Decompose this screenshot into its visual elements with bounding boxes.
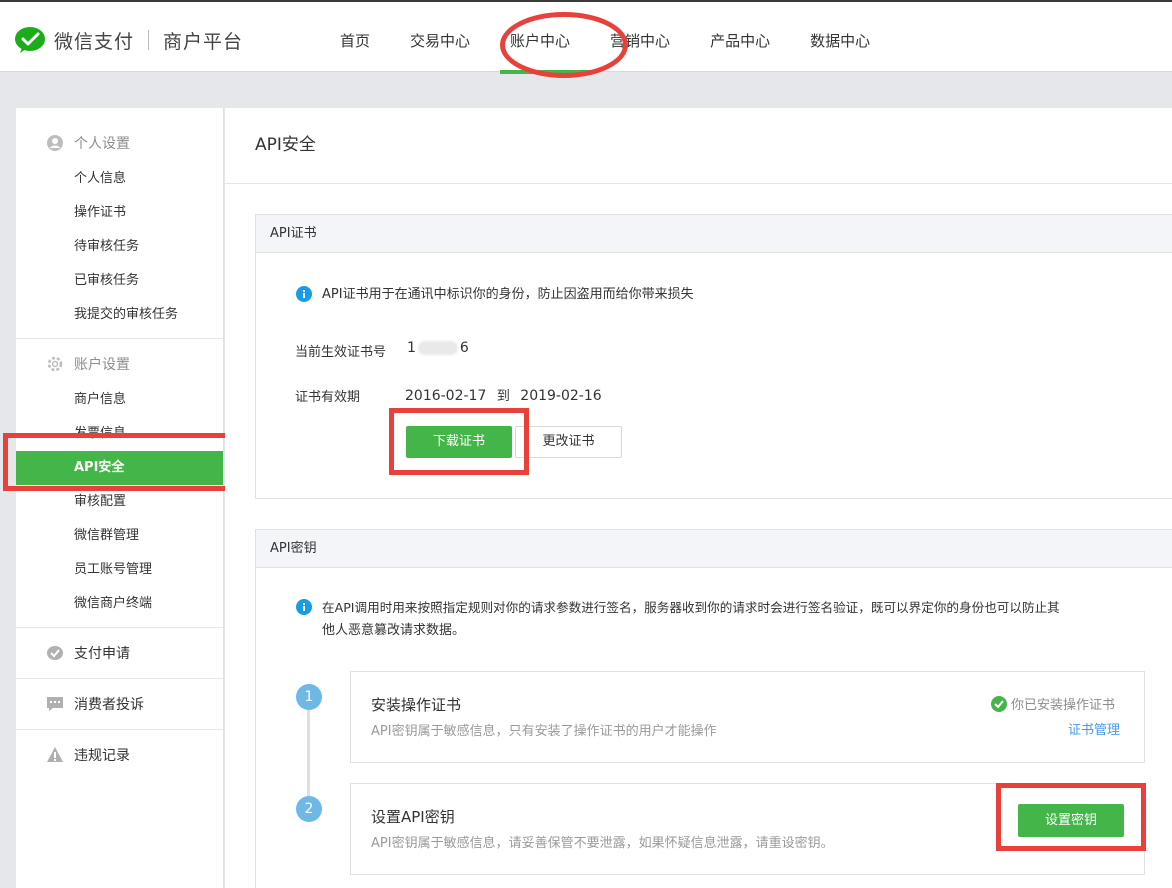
cert-validity-value: 2016-02-17 到 2019-02-16: [405, 385, 602, 404]
nav-home[interactable]: 首页: [320, 2, 390, 74]
user-icon: [47, 135, 63, 151]
sidebar: 个人设置 个人信息 操作证书 待审核任务 已审核任务 我提交的审核任务 账户设置…: [16, 108, 224, 888]
api-cert-header: API证书: [256, 215, 1172, 253]
change-cert-button[interactable]: 更改证书: [515, 426, 622, 458]
step-2-title: 设置API密钥: [371, 808, 455, 826]
sidebar-item-merchant-info[interactable]: 商户信息: [16, 383, 223, 417]
api-cert-info: API证书用于在通讯中标识你的身份，防止因盗用而给你带来损失: [296, 283, 694, 306]
page-title: API安全: [225, 108, 1172, 184]
cert-number-value: 16: [407, 340, 469, 356]
sidebar-divider: [16, 678, 223, 679]
redacted-mask: [417, 341, 458, 355]
warning-icon: [47, 747, 63, 762]
sidebar-section-violations[interactable]: 违规记录: [16, 736, 223, 774]
api-key-info-line1: 在API调用时用来按照指定规则对你的请求参数进行签名，服务器收到你的请求时会进行…: [322, 600, 1060, 615]
cert-valid-from: 2016-02-17: [405, 388, 487, 404]
sidebar-item-personal-info[interactable]: 个人信息: [16, 162, 223, 196]
chat-icon: [47, 697, 63, 711]
cert-number-suffix: 6: [459, 340, 469, 356]
step-1-badge: 1: [296, 684, 322, 710]
api-key-info-text: 在API调用时用来按照指定规则对你的请求参数进行签名，服务器收到你的请求时会进行…: [322, 596, 1060, 642]
sidebar-item-pending-tasks[interactable]: 待审核任务: [16, 230, 223, 264]
sidebar-item-reviewed-tasks[interactable]: 已审核任务: [16, 264, 223, 298]
annotation-box-download-cert: [389, 408, 529, 475]
cert-management-link[interactable]: 证书管理: [1068, 719, 1120, 738]
sidebar-section-label: 消费者投诉: [74, 697, 144, 713]
sidebar-item-operation-cert[interactable]: 操作证书: [16, 196, 223, 230]
info-icon: [296, 286, 312, 302]
cert-validity-label: 证书有效期: [295, 390, 361, 405]
step-2-badge: 2: [296, 796, 322, 822]
nav-product-center[interactable]: 产品中心: [690, 2, 790, 74]
platform-name: 商户平台: [163, 30, 244, 53]
sidebar-section-complaints[interactable]: 消费者投诉: [16, 685, 223, 723]
sidebar-divider: [16, 627, 223, 628]
api-cert-info-text: API证书用于在通讯中标识你的身份，防止因盗用而给你带来损失: [322, 287, 694, 302]
sidebar-section-label: 账户设置: [74, 357, 130, 373]
cert-valid-to: 2019-02-16: [520, 388, 602, 404]
nav-trade-center[interactable]: 交易中心: [390, 2, 490, 74]
main-content: API安全 API证书 API证书用于在通讯中标识你的身份，防止因盗用而给你带来…: [225, 108, 1172, 888]
wechat-pay-logo-icon: [15, 27, 45, 53]
sidebar-item-submitted-tasks[interactable]: 我提交的审核任务: [16, 298, 223, 332]
api-key-info: 在API调用时用来按照指定规则对你的请求参数进行签名，服务器收到你的请求时会进行…: [296, 596, 1156, 642]
api-key-header: API密钥: [256, 530, 1172, 568]
check-badge-icon: [47, 646, 63, 660]
cert-number-label: 当前生效证书号: [295, 345, 387, 360]
success-check-icon: [991, 695, 1007, 712]
sidebar-divider: [16, 729, 223, 730]
sidebar-section-label: 支付申请: [74, 646, 130, 662]
step-1-status: 你已安装操作证书: [991, 694, 1115, 713]
sidebar-item-merchant-terminal[interactable]: 微信商户终端: [16, 587, 223, 621]
step-1-desc: API密钥属于敏感信息，只有安装了操作证书的用户才能操作: [371, 724, 717, 739]
step-2-desc: API密钥属于敏感信息，请妥善保管不要泄露，如果怀疑信息泄露，请重设密钥。: [371, 836, 834, 851]
sidebar-divider: [16, 338, 223, 339]
step-1-card: [350, 671, 1145, 763]
step-1-status-text: 你已安装操作证书: [1011, 698, 1116, 713]
sidebar-section-account[interactable]: 账户设置: [16, 345, 223, 383]
step-1-title: 安装操作证书: [371, 696, 462, 714]
info-icon: [296, 599, 312, 615]
wechat-pay-logo[interactable]: 微信支付 商户平台: [14, 26, 243, 54]
annotation-box-api-security: [3, 433, 237, 491]
annotation-box-set-key: [996, 783, 1146, 851]
sidebar-item-wechat-group[interactable]: 微信群管理: [16, 519, 223, 553]
sidebar-section-label: 个人设置: [74, 136, 130, 152]
brand-name: 微信支付: [54, 30, 135, 53]
gear-icon: [47, 356, 63, 372]
annotation-ellipse-account-center: [500, 12, 628, 78]
steps-connector: [307, 708, 310, 806]
nav-data-center[interactable]: 数据中心: [790, 2, 890, 74]
sidebar-section-label: 违规记录: [74, 748, 130, 764]
sidebar-section-personal[interactable]: 个人设置: [16, 124, 223, 162]
sidebar-section-payment-apply[interactable]: 支付申请: [16, 634, 223, 672]
cert-number-prefix: 1: [407, 340, 416, 356]
sidebar-item-staff-accounts[interactable]: 员工账号管理: [16, 553, 223, 587]
cert-valid-to-word: 到: [496, 389, 510, 404]
api-key-info-line2: 他人恶意篡改请求数据。: [322, 623, 466, 638]
logo-divider: [148, 30, 150, 50]
